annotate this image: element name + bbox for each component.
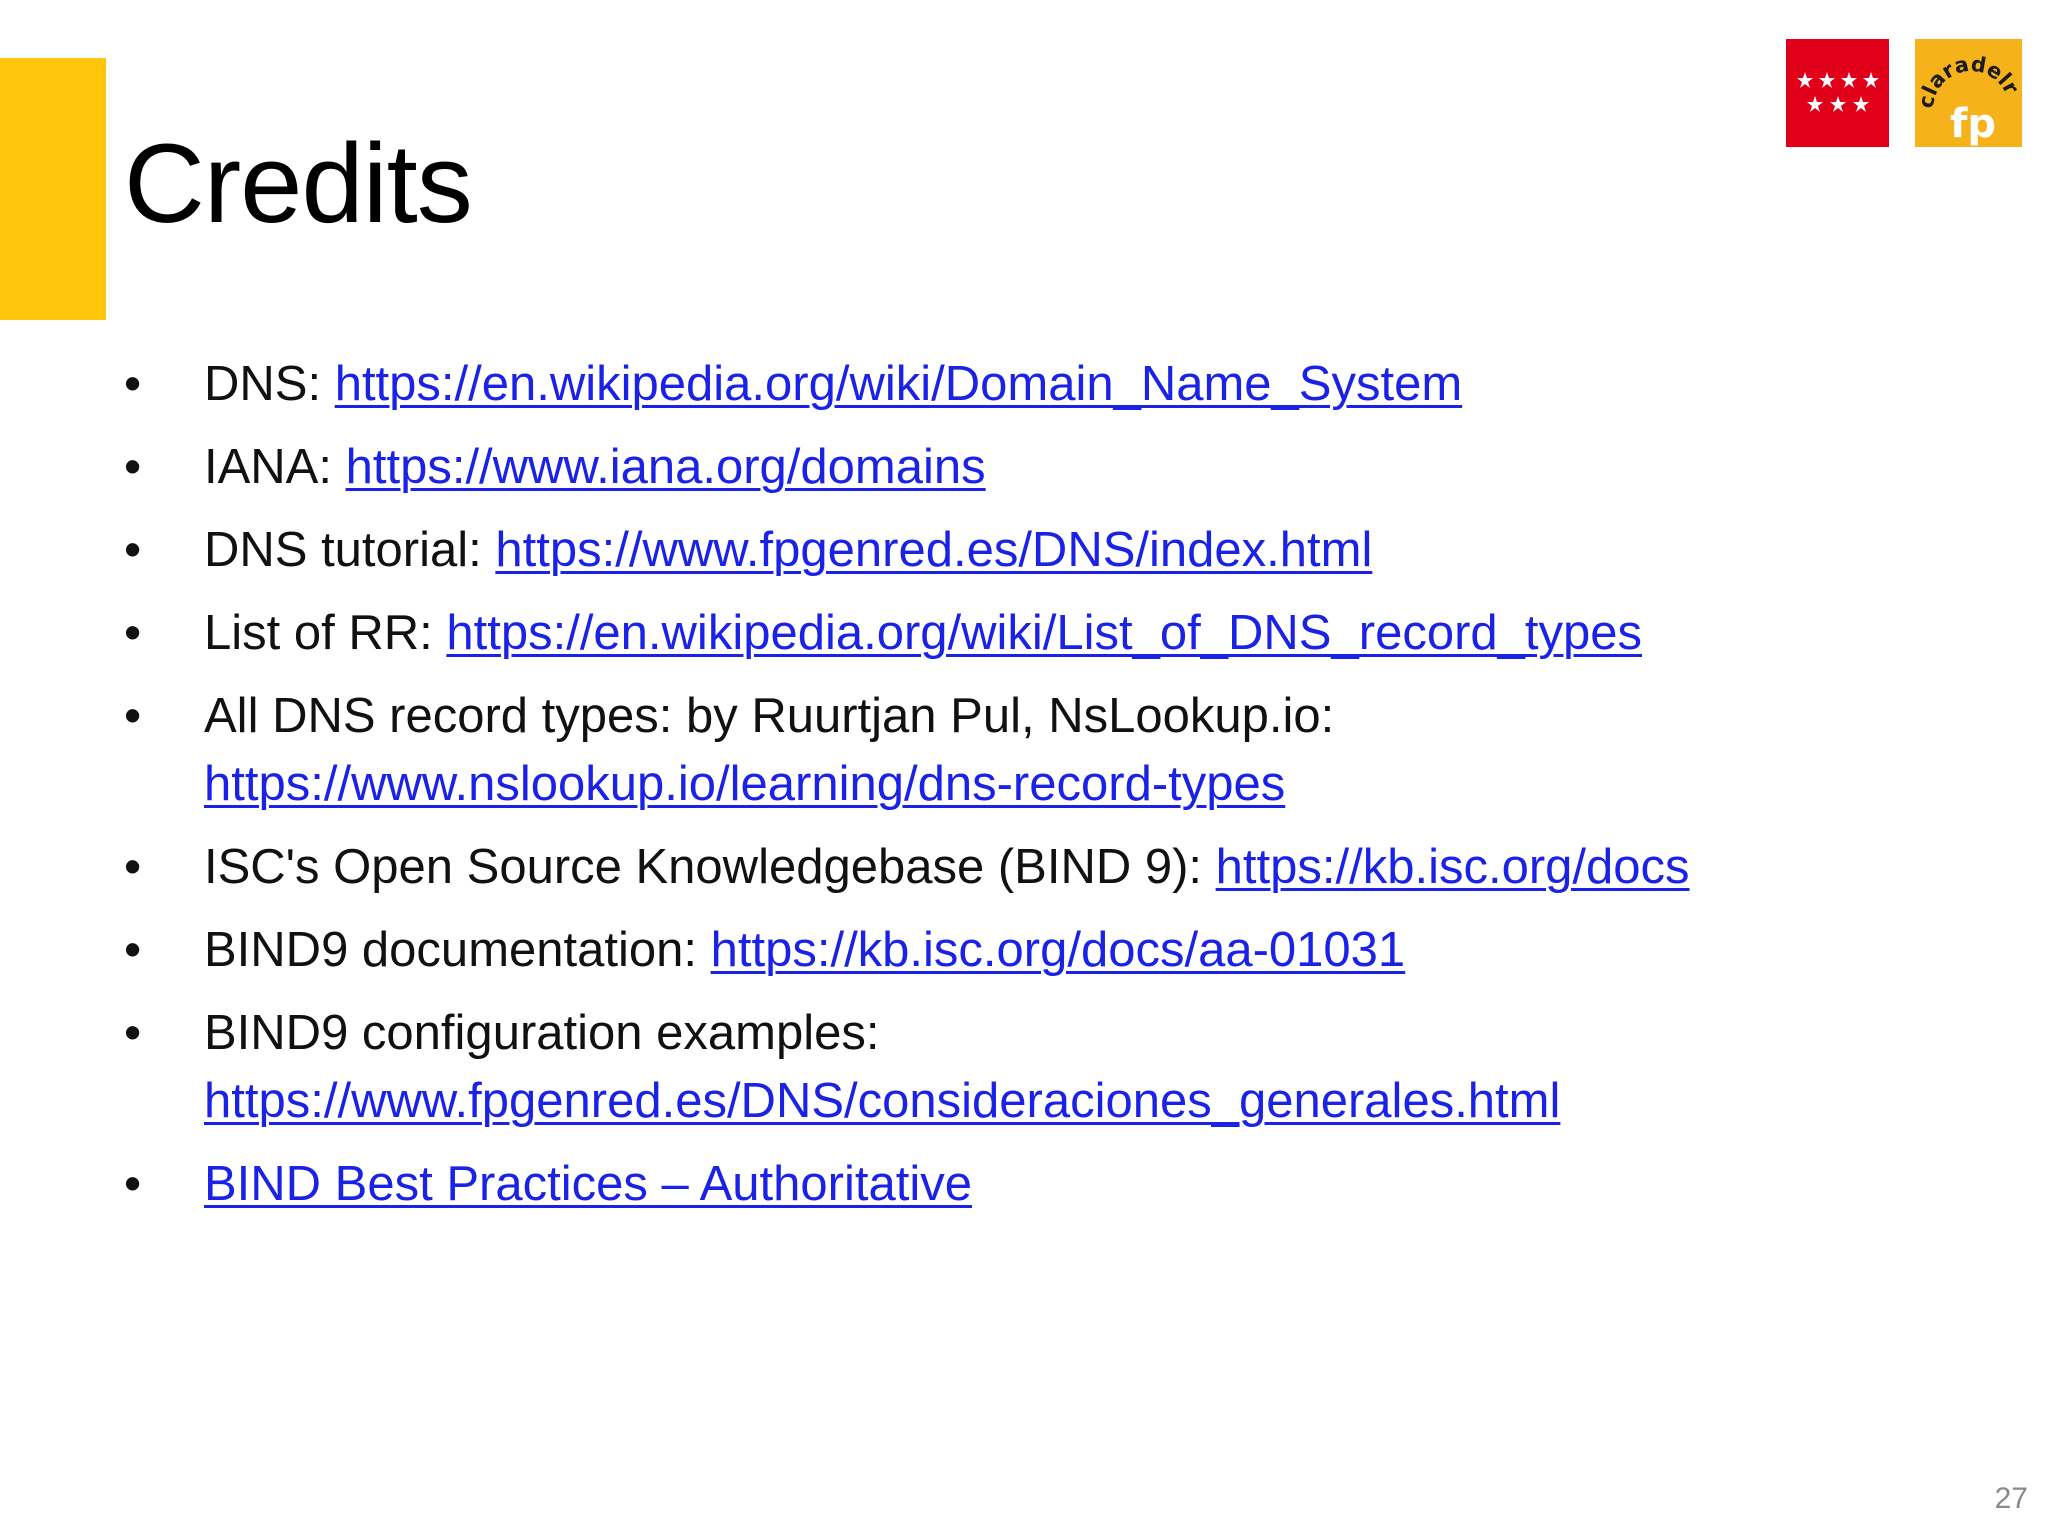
credit-item-bind-best-practices: • BIND Best Practices – Authoritative (124, 1150, 1984, 1218)
bullet-icon: • (124, 440, 142, 494)
claradelrey-fp-icon: claradelrey fp (1915, 39, 2022, 147)
credit-label: IANA: (204, 440, 346, 494)
credit-item-dns-tutorial: • DNS tutorial: https://www.fpgenred.es/… (124, 516, 1984, 584)
svg-text:fp: fp (1950, 101, 1996, 147)
credit-item-bind9-configuration: • BIND9 configuration examples: https://… (124, 999, 1984, 1135)
credit-label: BIND9 documentation: (204, 923, 711, 977)
credit-item-isc-knowledgebase: • ISC's Open Source Knowledgebase (BIND … (124, 833, 1984, 901)
comunidad-de-madrid-logo (1786, 39, 1889, 147)
madrid-stars-icon (1796, 72, 1879, 112)
title-accent-bar (0, 58, 106, 320)
credit-link-list-of-rr[interactable]: https://en.wikipedia.org/wiki/List_of_DN… (446, 606, 1642, 660)
slide-title: Credits (124, 121, 473, 246)
claradelrey-fp-logo: claradelrey fp (1915, 39, 2022, 147)
bullet-icon: • (124, 606, 142, 660)
credit-item-dns: • DNS: https://en.wikipedia.org/wiki/Dom… (124, 350, 1984, 418)
bullet-icon: • (124, 840, 142, 894)
page-number: 27 (1994, 1482, 2028, 1515)
credit-label: BIND9 configuration examples: (204, 1006, 880, 1060)
bullet-icon: • (124, 357, 142, 411)
bullet-icon: • (124, 923, 142, 977)
credit-item-list-of-rr: • List of RR: https://en.wikipedia.org/w… (124, 599, 1984, 667)
credit-link-bind-best-practices[interactable]: BIND Best Practices – Authoritative (204, 1157, 972, 1211)
credit-link-isc-docs[interactable]: https://kb.isc.org/docs (1216, 840, 1690, 894)
credit-link-iana[interactable]: https://www.iana.org/domains (346, 440, 986, 494)
credit-link-bind9-config[interactable]: https://www.fpgenred.es/DNS/consideracio… (204, 1074, 1560, 1128)
credit-label: DNS: (204, 357, 335, 411)
credit-label: ISC's Open Source Knowledgebase (BIND 9)… (204, 840, 1216, 894)
bullet-icon: • (124, 689, 142, 743)
credit-link-dns[interactable]: https://en.wikipedia.org/wiki/Domain_Nam… (335, 357, 1462, 411)
credits-list: • DNS: https://en.wikipedia.org/wiki/Dom… (124, 350, 1984, 1233)
bullet-icon: • (124, 1157, 142, 1211)
credit-label: All DNS record types: by Ruurtjan Pul, N… (204, 689, 1335, 743)
svg-text:claradelrey: claradelrey (1915, 39, 2022, 110)
credit-link-dns-tutorial[interactable]: https://www.fpgenred.es/DNS/index.html (495, 523, 1372, 577)
credit-label: DNS tutorial: (204, 523, 496, 577)
credit-item-bind9-documentation: • BIND9 documentation: https://kb.isc.or… (124, 916, 1984, 984)
credit-link-nslookup[interactable]: https://www.nslookup.io/learning/dns-rec… (204, 757, 1285, 811)
credit-link-bind9-docs[interactable]: https://kb.isc.org/docs/aa-01031 (711, 923, 1406, 977)
bullet-icon: • (124, 1006, 142, 1060)
credit-label: List of RR: (204, 606, 447, 660)
bullet-icon: • (124, 523, 142, 577)
credit-item-all-dns-record-types: • All DNS record types: by Ruurtjan Pul,… (124, 682, 1984, 818)
credit-item-iana: • IANA: https://www.iana.org/domains (124, 433, 1984, 501)
